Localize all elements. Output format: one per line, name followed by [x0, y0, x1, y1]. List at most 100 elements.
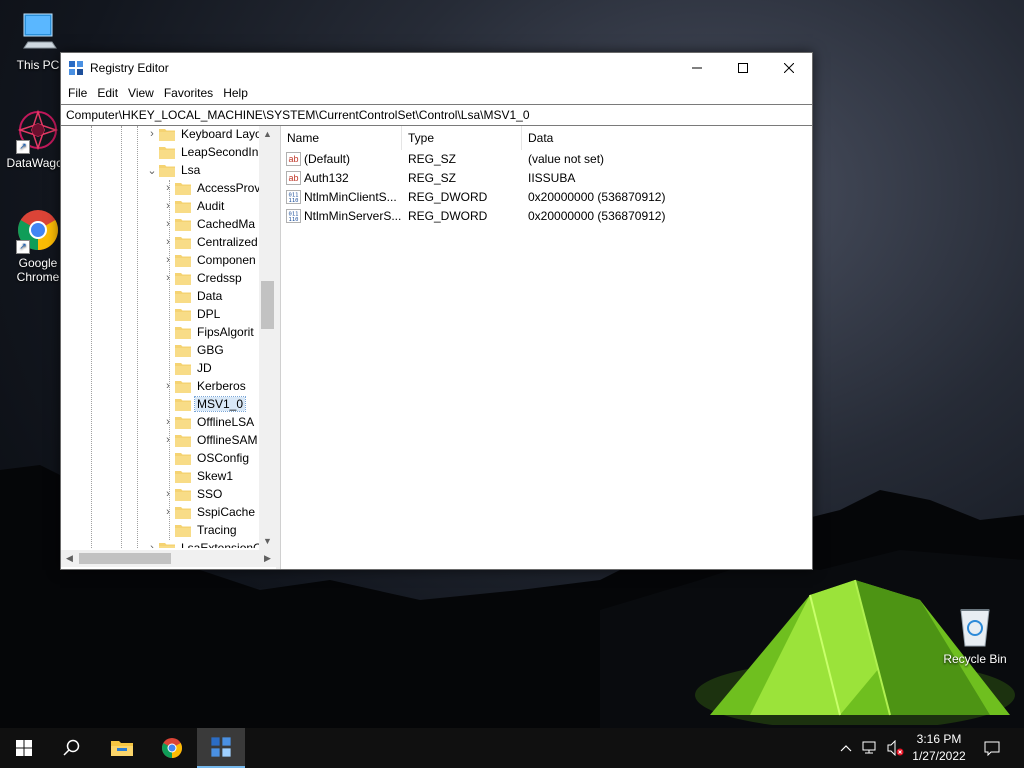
folder-icon: [175, 452, 191, 465]
menu-edit[interactable]: Edit: [92, 86, 123, 100]
expand-chevron-icon[interactable]: ›: [163, 197, 173, 215]
expand-chevron-icon[interactable]: ›: [163, 179, 173, 197]
tree-item-tracing[interactable]: Tracing: [163, 521, 239, 539]
value-type: REG_SZ: [408, 152, 457, 166]
tree-item-centralized[interactable]: › Centralized: [163, 233, 259, 251]
tree-vertical-scrollbar[interactable]: ▲ ▼: [259, 126, 276, 550]
scroll-left-icon[interactable]: ◀: [61, 550, 78, 567]
tree-item-leapsecondin[interactable]: LeapSecondIn: [147, 143, 259, 161]
tree-item-skew1[interactable]: Skew1: [163, 467, 235, 485]
close-button[interactable]: [766, 53, 812, 83]
tree-guide-line: [137, 126, 138, 548]
tree-item-osconfig[interactable]: OSConfig: [163, 449, 251, 467]
folder-icon: [175, 416, 191, 429]
folder-icon: [175, 488, 191, 501]
tree-item-lsaextensionc[interactable]: › LsaExtensionC: [147, 539, 259, 548]
tree-item-label: Kerberos: [197, 379, 246, 393]
expand-chevron-icon[interactable]: ›: [163, 503, 173, 521]
expand-chevron-icon[interactable]: ›: [163, 485, 173, 503]
title-bar[interactable]: Registry Editor: [61, 53, 812, 83]
desktop-icon-recycle-bin[interactable]: Recycle Bin: [937, 602, 1013, 666]
scroll-down-icon[interactable]: ▼: [259, 533, 276, 550]
tree-item-sspicache[interactable]: › SspiCache: [163, 503, 257, 521]
menu-view[interactable]: View: [123, 86, 159, 100]
system-clock[interactable]: 3:16 PM 1/27/2022: [906, 731, 972, 765]
tree-item-lsa[interactable]: ⌄ Lsa: [147, 161, 202, 179]
tree-item-credssp[interactable]: › Credssp: [163, 269, 244, 287]
column-header-type[interactable]: Type: [402, 126, 522, 150]
tree-item-gbg[interactable]: GBG: [163, 341, 226, 359]
expand-chevron-icon[interactable]: ›: [163, 431, 173, 449]
menu-favorites[interactable]: Favorites: [159, 86, 218, 100]
expand-chevron-icon[interactable]: ›: [147, 539, 157, 548]
expand-chevron-icon[interactable]: ›: [163, 215, 173, 233]
tree-item-offlinesam[interactable]: › OfflineSAM: [163, 431, 259, 449]
tree-item-cachedma[interactable]: › CachedMa: [163, 215, 257, 233]
expand-chevron-icon[interactable]: ›: [163, 269, 173, 287]
scroll-right-icon[interactable]: ▶: [259, 550, 276, 567]
taskbar-chrome[interactable]: [148, 728, 196, 768]
column-header-data[interactable]: Data: [522, 126, 810, 150]
value-type: REG_SZ: [408, 171, 457, 185]
taskbar: 3:16 PM 1/27/2022: [0, 728, 1024, 768]
tree-item-msv1-0[interactable]: MSV1_0: [163, 395, 247, 413]
taskbar-registry-editor[interactable]: [197, 728, 245, 768]
expand-chevron-icon[interactable]: ›: [163, 413, 173, 431]
menu-file[interactable]: File: [63, 86, 92, 100]
folder-icon: [175, 218, 191, 231]
tree-guide-line: [121, 126, 122, 548]
tree-item-jd[interactable]: JD: [163, 359, 214, 377]
tree-item-kerberos[interactable]: › Kerberos: [163, 377, 248, 395]
tree-item-sso[interactable]: › SSO: [163, 485, 224, 503]
scroll-thumb[interactable]: [261, 281, 274, 329]
column-header-name[interactable]: Name: [281, 126, 402, 150]
volume-button[interactable]: [884, 728, 906, 768]
collapse-chevron-icon[interactable]: ⌄: [147, 161, 157, 179]
tree-pane: › Keyboard Layo LeapSecondIn ⌄ Lsa › AccessPro…: [61, 126, 277, 569]
menu-help[interactable]: Help: [218, 86, 253, 100]
expand-chevron-icon[interactable]: ›: [163, 251, 173, 269]
minimize-button[interactable]: [674, 53, 720, 83]
volume-muted-icon: [887, 740, 904, 756]
expand-chevron-icon[interactable]: ›: [163, 233, 173, 251]
tree-item-offlinelsa[interactable]: › OfflineLSA: [163, 413, 256, 431]
windows-logo-icon: [16, 740, 32, 756]
expand-chevron-icon[interactable]: ›: [147, 126, 157, 143]
tree-item-componen[interactable]: › Componen: [163, 251, 258, 269]
folder-icon: [175, 398, 191, 411]
tree-item-label: GBG: [197, 343, 224, 357]
value-row[interactable]: ab (Default) REG_SZ (value not set): [281, 150, 812, 169]
maximize-button[interactable]: [720, 53, 766, 83]
folder-icon: [175, 326, 191, 339]
close-icon: [784, 63, 794, 73]
clock-date: 1/27/2022: [912, 749, 966, 763]
folder-icon: [159, 542, 175, 548]
notifications-button[interactable]: [978, 728, 1006, 768]
value-row[interactable]: ab Auth132 REG_SZ IISSUBA: [281, 169, 812, 188]
tree-item-data[interactable]: Data: [163, 287, 224, 305]
scroll-thumb[interactable]: [79, 553, 171, 564]
address-bar[interactable]: Computer\HKEY_LOCAL_MACHINE\SYSTEM\Curre…: [61, 104, 812, 126]
tree-item-keyboard-layo[interactable]: › Keyboard Layo: [147, 126, 259, 143]
search-button[interactable]: [48, 728, 96, 768]
scroll-up-icon[interactable]: ▲: [259, 126, 276, 143]
value-name: Auth132: [304, 171, 349, 185]
tree-item-fipsalgorit[interactable]: FipsAlgorit: [163, 323, 256, 341]
value-row[interactable]: 011 110 NtlmMinClientS... REG_DWORD 0x200000…: [281, 188, 812, 207]
tree-item-audit[interactable]: › Audit: [163, 197, 226, 215]
value-row[interactable]: 011 110 NtlmMinServerS... REG_DWORD 0x200000…: [281, 207, 812, 226]
tree-horizontal-scrollbar[interactable]: ◀ ▶: [61, 550, 276, 567]
computer-icon: [14, 8, 62, 56]
tree-item-accessprov[interactable]: › AccessProv: [163, 179, 259, 197]
tree-item-dpl[interactable]: DPL: [163, 305, 222, 323]
expand-chevron-icon[interactable]: ›: [163, 377, 173, 395]
taskbar-file-explorer[interactable]: [98, 728, 146, 768]
network-button[interactable]: [860, 728, 882, 768]
show-hidden-icons-button[interactable]: [836, 728, 856, 768]
start-button[interactable]: [0, 728, 48, 768]
binary-value-icon: 011 110: [286, 209, 301, 223]
